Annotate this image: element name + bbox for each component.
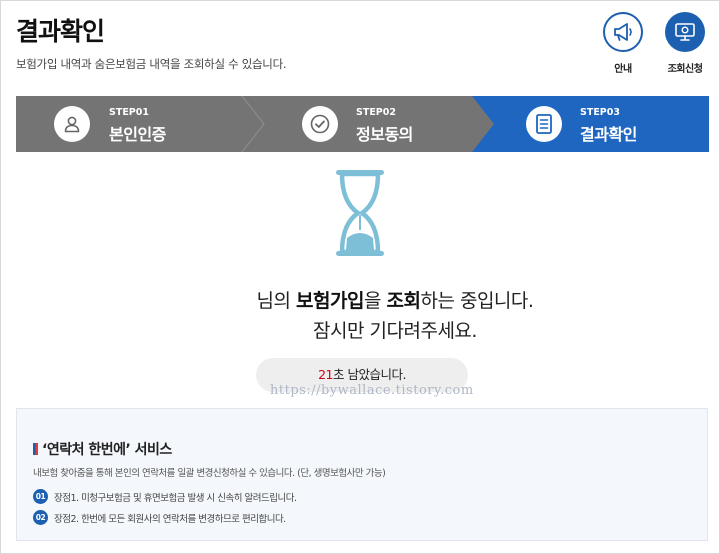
service-benefit-text: 장점2. 한번에 모든 회원사의 연락처를 변경하므로 편리합니다. bbox=[54, 513, 286, 525]
timer-suffix: 초 남았습니다. bbox=[332, 367, 406, 382]
megaphone-icon bbox=[603, 12, 643, 52]
status-message-line1: 님의 보험가입을 조회하는 중입니다. bbox=[256, 290, 534, 312]
step-number: STEP01 bbox=[109, 107, 149, 118]
service-title: ‘연락처 한번에’ 서비스 bbox=[33, 439, 172, 459]
step-number: STEP03 bbox=[580, 107, 620, 118]
service-benefit-item: 01 장점1. 미청구보험금 및 휴면보험금 발생 시 신속히 알려드립니다. bbox=[33, 489, 297, 504]
inquiry-request-button[interactable]: 조회신청 bbox=[662, 12, 708, 75]
step-information-consent: STEP02 정보동의 bbox=[248, 96, 480, 152]
step-name: 정보동의 bbox=[356, 125, 413, 144]
monitor-icon bbox=[665, 12, 705, 52]
document-icon bbox=[526, 106, 562, 142]
check-icon bbox=[302, 106, 338, 142]
flag-icon bbox=[33, 443, 38, 455]
number-badge: 01 bbox=[33, 489, 48, 504]
guide-button-label: 안내 bbox=[614, 64, 632, 75]
guide-button[interactable]: 안내 bbox=[600, 12, 646, 75]
contact-service-box: ‘연락처 한번에’ 서비스 내보험 찾아줌을 통해 본인의 연락처를 일괄 변경… bbox=[16, 408, 708, 541]
number-badge: 02 bbox=[33, 510, 48, 525]
page-description: 보험가입 내역과 숨은보험금 내역을 조회하실 수 있습니다. bbox=[16, 57, 287, 71]
status-message-line2: 잠시만 기다려주세요. bbox=[313, 320, 477, 342]
user-icon bbox=[54, 106, 90, 142]
step-name: 결과확인 bbox=[580, 125, 637, 144]
service-benefit-item: 02 장점2. 한번에 모든 회원사의 연락처를 변경하므로 편리합니다. bbox=[33, 510, 286, 525]
hourglass-icon bbox=[336, 170, 384, 256]
step-result-check: STEP03 결과확인 bbox=[472, 96, 709, 152]
step-name: 본인인증 bbox=[109, 125, 166, 144]
page-title: 결과확인 bbox=[16, 17, 105, 46]
active-step-arrow bbox=[472, 96, 494, 152]
step-number: STEP02 bbox=[356, 107, 396, 118]
step-identity-verification: STEP01 본인인증 bbox=[16, 96, 256, 152]
inquiry-request-label: 조회신청 bbox=[667, 64, 703, 75]
watermark: https://bywallace.tistory.com bbox=[270, 383, 474, 398]
timer-seconds: 21 bbox=[318, 367, 333, 382]
service-benefit-text: 장점1. 미청구보험금 및 휴면보험금 발생 시 신속히 알려드립니다. bbox=[54, 492, 297, 504]
service-description: 내보험 찾아줌을 통해 본인의 연락처를 일괄 변경신청하실 수 있습니다. (… bbox=[33, 468, 386, 479]
step-progress-bar: STEP01 본인인증 STEP02 정보동의 STEP03 결과확인 bbox=[16, 96, 709, 152]
